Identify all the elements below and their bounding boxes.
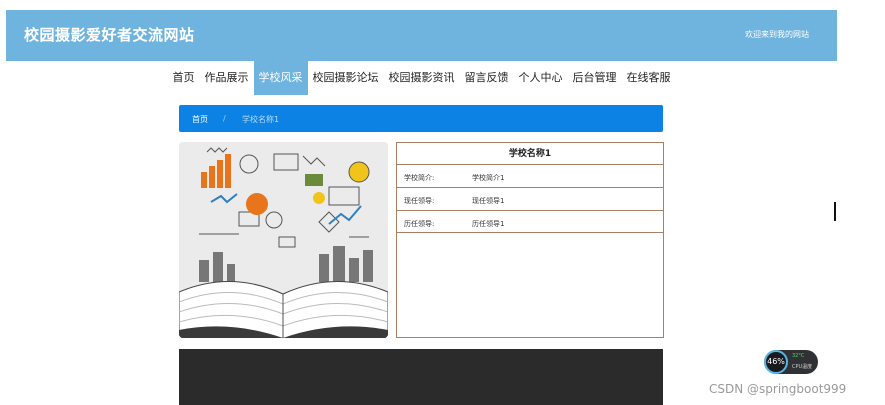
school-photo (179, 142, 388, 338)
breadcrumb: 首页 / 学校名称1 (179, 105, 663, 132)
nav-item-admin[interactable]: 后台管理 (568, 61, 622, 95)
page: 校园摄影爱好者交流网站 欢迎来到我的网站 首页 作品展示 学校风采 校园摄影论坛… (6, 10, 837, 405)
nav-item-news[interactable]: 校园摄影资讯 (384, 61, 460, 95)
welcome-text: 欢迎来到我的网站 (745, 30, 809, 39)
school-info-panel: 学校名称1 学校简介: 学校简介1 现任领导: 现任领导1 历任领导: 历任领导… (396, 142, 664, 338)
nav-item-school-style[interactable]: 学校风采 (253, 61, 308, 95)
nav-item-feedback[interactable]: 留言反馈 (460, 61, 514, 95)
main-nav: 首页 作品展示 学校风采 校园摄影论坛 校园摄影资讯 留言反馈 个人中心 后台管… (6, 61, 837, 97)
info-value-intro: 学校简介1 (472, 174, 505, 182)
site-title[interactable]: 校园摄影爱好者交流网站 (24, 24, 195, 45)
breadcrumb-current: 学校名称1 (242, 115, 280, 124)
page-footer (179, 349, 663, 405)
info-row-former-leaders: 历任领导: 历任领导1 (397, 210, 663, 233)
site-header: 校园摄影爱好者交流网站 欢迎来到我的网站 (6, 10, 837, 61)
nav-item-profile[interactable]: 个人中心 (514, 61, 568, 95)
text-cursor-icon (834, 202, 836, 221)
info-value-former-leaders: 历任领导1 (472, 220, 505, 228)
info-row-intro: 学校简介: 学校简介1 (397, 164, 663, 187)
info-row-current-leader: 现任领导: 现任领导1 (397, 187, 663, 210)
cpu-label: CPU温度 (792, 364, 813, 370)
info-value-current-leader: 现任领导1 (472, 197, 505, 205)
cpu-monitor-widget[interactable]: 46% 32°C CPU温度 (764, 350, 818, 374)
info-label-current-leader: 现任领导: (404, 197, 435, 205)
school-name-title: 学校名称1 (508, 149, 552, 159)
csdn-watermark: CSDN @springboot999 (709, 382, 847, 396)
cpu-temperature: 32°C (792, 353, 805, 359)
info-label-intro: 学校简介: (404, 174, 435, 182)
breadcrumb-separator: / (223, 114, 226, 123)
nav-item-home[interactable]: 首页 (168, 61, 200, 95)
breadcrumb-home-link[interactable]: 首页 (192, 114, 208, 125)
nav-item-support[interactable]: 在线客服 (622, 61, 676, 95)
nav-item-forum[interactable]: 校园摄影论坛 (308, 61, 384, 95)
nav-item-works[interactable]: 作品展示 (200, 61, 254, 95)
school-photo-illustration (179, 142, 388, 338)
info-label-former-leaders: 历任领导: (404, 220, 435, 228)
cpu-usage-gauge: 46% (764, 350, 788, 374)
